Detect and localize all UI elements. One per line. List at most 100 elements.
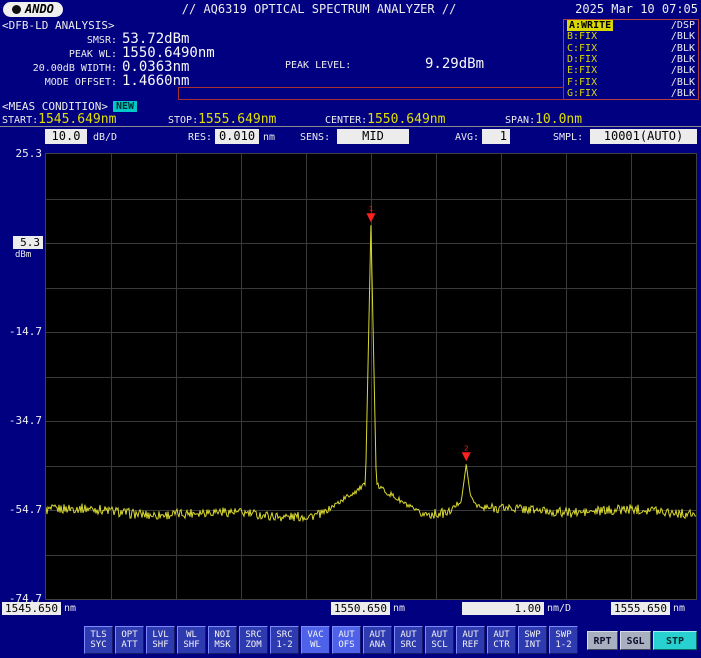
resolution-label: RES: (188, 132, 212, 143)
x-stop-field[interactable]: 1555.650 (611, 602, 670, 615)
peak-level-label: PEAK LEVEL: (285, 60, 351, 71)
y-label-top: 25.3 (0, 147, 42, 160)
softkey-swp-1-2[interactable]: SWP1-2 (549, 626, 578, 654)
trace-name: F:FIX (567, 77, 597, 88)
ando-logo-icon (12, 5, 21, 14)
softkey-aut-ana[interactable]: AUTANA (363, 626, 392, 654)
trace-row-d[interactable]: D:FIX /BLK (564, 54, 698, 65)
meas-condition-label: <MEAS CONDITION> (2, 100, 108, 113)
x-scale-unit: nm/D (547, 603, 571, 614)
x-scale-group: 1.00 nm/D (462, 602, 571, 615)
level-scale-unit: dB/D (93, 132, 117, 143)
center-value: 1550.649nm (367, 112, 445, 127)
y-label-4: -54.7 (0, 503, 42, 516)
y-label-3: -34.7 (0, 414, 42, 427)
x-center-field[interactable]: 1550.650 (331, 602, 390, 615)
trace-row-a[interactable]: A:WRITE /DSP (564, 20, 698, 31)
x-start-unit: nm (64, 603, 76, 614)
sensitivity-field[interactable]: MID (337, 129, 409, 144)
smsr-value: 53.72dBm (122, 32, 189, 46)
softkey-vac-wl[interactable]: VACWL (301, 626, 330, 654)
trace-row-c[interactable]: C:FIX /BLK (564, 43, 698, 54)
average-field[interactable]: 1 (482, 129, 510, 144)
center-param[interactable]: CENTER: 1550.649nm (325, 112, 445, 127)
sampling-field[interactable]: 10001(AUTO) (590, 129, 697, 144)
trace-name: C:FIX (567, 43, 597, 54)
sampling-label: SMPL: (553, 132, 583, 143)
average-label: AVG: (455, 132, 479, 143)
span-value: 10.0nm (535, 112, 582, 127)
svg-text:2: 2 (464, 444, 468, 452)
softkey-opt-att[interactable]: OPTATT (115, 626, 144, 654)
trace-row-f[interactable]: F:FIX /BLK (564, 76, 698, 87)
osa-screen: ANDO // AQ6319 OPTICAL SPECTRUM ANALYZER… (0, 0, 701, 658)
softkey-aut-ref[interactable]: AUTREF (456, 626, 485, 654)
trace-panel: A:WRITE /DSP B:FIX /BLK C:FIX /BLK D:FIX… (563, 19, 699, 100)
start-value: 1545.649nm (38, 112, 116, 127)
softkey-bar: TLSSYC OPTATT LVLSHF WLSHF NOIMSK SRCZOM… (0, 626, 701, 657)
smsr-label: SMSR: (2, 35, 122, 46)
width-20db-value: 0.0363nm (122, 60, 189, 74)
start-param[interactable]: START: 1545.649nm (2, 112, 116, 127)
datetime: 2025 Mar 10 07:05 (575, 2, 698, 16)
trace-name: D:FIX (567, 54, 597, 65)
key-rpt[interactable]: RPT (587, 631, 618, 650)
x-start-field[interactable]: 1545.650 (2, 602, 61, 615)
sensitivity-label: SENS: (300, 132, 330, 143)
titlebar: ANDO // AQ6319 OPTICAL SPECTRUM ANALYZER… (0, 0, 701, 18)
x-stop-group: 1555.650 nm (611, 602, 685, 615)
new-badge: NEW (113, 101, 137, 112)
analysis-row-smsr: SMSR: 53.72dBm (2, 32, 560, 46)
softkey-aut-src[interactable]: AUTSRC (394, 626, 423, 654)
stop-label: STOP: (168, 115, 198, 126)
analysis-row-mode-offset: MODE OFFSET: 1.4660nm (2, 74, 560, 88)
ando-logo-text: ANDO (25, 2, 54, 16)
trace-row-b[interactable]: B:FIX /BLK (564, 31, 698, 42)
peak-wl-label: PEAK WL: (2, 49, 122, 60)
ando-logo: ANDO (3, 2, 63, 17)
start-label: START: (2, 115, 38, 126)
settings-row: 10.0 dB/D RES: 0.010 nm SENS: MID AVG: 1… (0, 128, 701, 147)
meas-condition-row: <MEAS CONDITION> NEW (2, 100, 137, 112)
softkey-tls-syc[interactable]: TLSSYC (84, 626, 113, 654)
trace-status: /BLK (671, 31, 695, 42)
softkey-src-1-2[interactable]: SRC1-2 (270, 626, 299, 654)
softkey-swp-int[interactable]: SWPINT (518, 626, 547, 654)
trace-name: E:FIX (567, 65, 597, 76)
stop-param[interactable]: STOP: 1555.649nm (168, 112, 276, 127)
softkey-wl-shf[interactable]: WLSHF (177, 626, 206, 654)
resolution-unit: nm (263, 132, 275, 143)
sweep-params-row: START: 1545.649nm STOP: 1555.649nm CENTE… (0, 112, 701, 127)
x-center-unit: nm (393, 603, 405, 614)
chart-region: 25.3 5.3 REF dBm -14.7 -34.7 -54.7 -74.7… (0, 146, 701, 616)
span-param[interactable]: SPAN: 10.0nm (505, 112, 582, 127)
analysis-result-box (178, 87, 564, 100)
trace-row-g[interactable]: G:FIX /BLK (564, 88, 698, 99)
softkey-aut-ctr[interactable]: AUTCTR (487, 626, 516, 654)
softkey-lvl-shf[interactable]: LVLSHF (146, 626, 175, 654)
ref-level-value: 5.3 (20, 236, 40, 249)
softkey-src-zom[interactable]: SRCZOM (239, 626, 268, 654)
span-label: SPAN: (505, 115, 535, 126)
trace-status: /BLK (671, 77, 695, 88)
trace-name: B:FIX (567, 31, 597, 42)
ref-level-field[interactable]: 5.3 (13, 236, 43, 249)
info-row: <DFB-LD ANALYSIS> SMSR: 53.72dBm PEAK WL… (2, 19, 699, 100)
softkey-aut-ofs[interactable]: AUTOFS (332, 626, 361, 654)
x-stop-unit: nm (673, 603, 685, 614)
level-scale-field[interactable]: 10.0 (45, 129, 87, 144)
key-sgl[interactable]: SGL (620, 631, 651, 650)
peak-marker-1: 1 (366, 205, 375, 222)
mode-offset-value: 1.4660nm (122, 74, 189, 88)
y-unit-label: dBm (15, 250, 31, 260)
x-scale-field[interactable]: 1.00 (462, 602, 544, 615)
y-label-2: -14.7 (0, 325, 42, 338)
softkey-noi-msk[interactable]: NOIMSK (208, 626, 237, 654)
stop-value: 1555.649nm (198, 112, 276, 127)
key-stp[interactable]: STP (653, 631, 697, 650)
softkey-aut-scl[interactable]: AUTSCL (425, 626, 454, 654)
trace-name: G:FIX (567, 88, 597, 99)
center-label: CENTER: (325, 115, 367, 126)
resolution-field[interactable]: 0.010 (215, 129, 259, 144)
trace-row-e[interactable]: E:FIX /BLK (564, 65, 698, 76)
